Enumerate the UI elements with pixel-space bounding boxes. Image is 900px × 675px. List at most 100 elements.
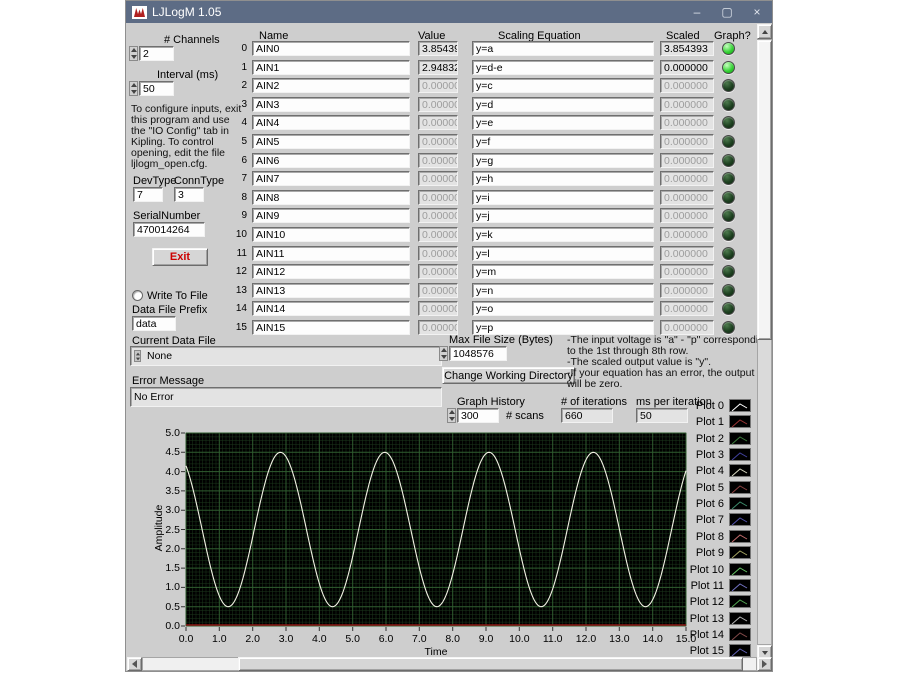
- graph-enable-led[interactable]: [722, 116, 735, 129]
- legend-swatch[interactable]: [729, 432, 751, 445]
- iterations-label: # of iterations: [561, 396, 627, 408]
- graph-enable-led[interactable]: [722, 154, 735, 167]
- scaling-equation-input[interactable]: y=i: [472, 190, 654, 205]
- graph-enable-led[interactable]: [722, 321, 735, 334]
- legend-swatch[interactable]: [729, 399, 751, 412]
- channel-name-input[interactable]: AIN5: [252, 134, 410, 149]
- scaling-equation-input[interactable]: y=j: [472, 208, 654, 223]
- scaling-equation-input[interactable]: y=c: [472, 78, 654, 93]
- channel-name-input[interactable]: AIN11: [252, 246, 410, 261]
- scaling-equation-input[interactable]: y=k: [472, 227, 654, 242]
- channel-value-display: 0.000000: [418, 171, 458, 186]
- conntype-input[interactable]: 3: [174, 187, 204, 202]
- scaling-equation-input[interactable]: y=a: [472, 41, 654, 56]
- channel-name-input[interactable]: AIN14: [252, 301, 410, 316]
- hscroll-thumb[interactable]: [238, 657, 743, 671]
- legend-swatch[interactable]: [729, 628, 751, 641]
- channel-name-input[interactable]: AIN9: [252, 208, 410, 223]
- legend-swatch[interactable]: [729, 595, 751, 608]
- legend-swatch[interactable]: [729, 546, 751, 559]
- scaling-equation-input[interactable]: y=m: [472, 264, 654, 279]
- scaling-equation-input[interactable]: y=o: [472, 301, 654, 316]
- legend-swatch[interactable]: [729, 481, 751, 494]
- graph-enable-led[interactable]: [722, 42, 735, 55]
- devtype-input[interactable]: 7: [133, 187, 163, 202]
- graph-enable-led[interactable]: [722, 265, 735, 278]
- hscroll-right-button[interactable]: [757, 657, 772, 671]
- scaling-equation-input[interactable]: y=p: [472, 320, 654, 335]
- graph-enable-led[interactable]: [722, 302, 735, 315]
- legend-swatch[interactable]: [729, 563, 751, 576]
- legend-item-label: Plot 11: [656, 580, 724, 592]
- interval-input[interactable]: 50: [139, 81, 174, 96]
- serial-input[interactable]: 470014264: [133, 222, 205, 237]
- graph-enable-led[interactable]: [722, 191, 735, 204]
- channel-name-input[interactable]: AIN0: [252, 41, 410, 56]
- graph-enable-led[interactable]: [722, 209, 735, 222]
- legend-swatch[interactable]: [729, 497, 751, 510]
- path-browse-icon[interactable]: [134, 350, 141, 362]
- x-tick-label: 1.0: [205, 633, 233, 645]
- scaling-equation-input[interactable]: y=g: [472, 153, 654, 168]
- legend-swatch[interactable]: [729, 579, 751, 592]
- scaling-equation-input[interactable]: y=d: [472, 97, 654, 112]
- y-tick-label: 5.0: [152, 427, 180, 439]
- channel-name-input[interactable]: AIN8: [252, 190, 410, 205]
- legend-swatch[interactable]: [729, 464, 751, 477]
- graph-history-stepper[interactable]: [447, 408, 456, 423]
- vscroll-up-button[interactable]: [757, 24, 772, 39]
- channel-name-input[interactable]: AIN1: [252, 60, 410, 75]
- legend-swatch[interactable]: [729, 612, 751, 625]
- channels-input[interactable]: 2: [139, 46, 174, 61]
- minimize-icon[interactable]: –: [682, 1, 712, 23]
- prefix-input[interactable]: data: [132, 316, 176, 331]
- max-size-input[interactable]: 1048576: [449, 346, 507, 361]
- channel-name-input[interactable]: AIN3: [252, 97, 410, 112]
- graph-enable-led[interactable]: [722, 98, 735, 111]
- graph-enable-led[interactable]: [722, 79, 735, 92]
- channel-value-display: 0.000000: [418, 190, 458, 205]
- conntype-label: ConnType: [174, 175, 224, 187]
- channel-name-input[interactable]: AIN6: [252, 153, 410, 168]
- legend-swatch[interactable]: [729, 644, 751, 657]
- scaling-equation-input[interactable]: y=l: [472, 246, 654, 261]
- graph-enable-led[interactable]: [722, 135, 735, 148]
- max-size-stepper[interactable]: [439, 346, 448, 361]
- maximize-icon[interactable]: ▢: [712, 1, 742, 23]
- channel-name-input[interactable]: AIN2: [252, 78, 410, 93]
- scaling-equation-input[interactable]: y=n: [472, 283, 654, 298]
- write-to-file-label: Write To File: [147, 290, 208, 302]
- channel-name-input[interactable]: AIN7: [252, 171, 410, 186]
- close-icon[interactable]: ×: [742, 1, 772, 23]
- legend-swatch[interactable]: [729, 513, 751, 526]
- graph-history-input[interactable]: 300: [457, 408, 499, 423]
- error-label: Error Message: [132, 375, 204, 387]
- channel-name-input[interactable]: AIN15: [252, 320, 410, 335]
- legend-swatch[interactable]: [729, 415, 751, 428]
- scaling-equation-input[interactable]: y=e: [472, 115, 654, 130]
- legend-swatch[interactable]: [729, 530, 751, 543]
- x-tick-label: 0.0: [172, 633, 200, 645]
- graph-enable-led[interactable]: [722, 172, 735, 185]
- scaling-equation-input[interactable]: y=f: [472, 134, 654, 149]
- interval-stepper[interactable]: [129, 81, 138, 96]
- channels-stepper[interactable]: [129, 46, 138, 61]
- exit-button[interactable]: Exit: [152, 248, 208, 266]
- channel-name-input[interactable]: AIN12: [252, 264, 410, 279]
- change-directory-button[interactable]: Change Working Directory: [442, 367, 575, 384]
- graph-enable-led[interactable]: [722, 247, 735, 260]
- hscroll-left-button[interactable]: [127, 657, 142, 671]
- scaling-equation-input[interactable]: y=h: [472, 171, 654, 186]
- graph-enable-led[interactable]: [722, 228, 735, 241]
- legend-item-label: Plot 12: [656, 596, 724, 608]
- help-line: will be zero.: [567, 379, 772, 390]
- graph-enable-led[interactable]: [722, 284, 735, 297]
- channel-name-input[interactable]: AIN10: [252, 227, 410, 242]
- legend-swatch[interactable]: [729, 448, 751, 461]
- channel-name-input[interactable]: AIN13: [252, 283, 410, 298]
- channel-name-input[interactable]: AIN4: [252, 115, 410, 130]
- vscroll-thumb[interactable]: [757, 40, 772, 340]
- scaling-equation-input[interactable]: y=d-e: [472, 60, 654, 75]
- graph-enable-led[interactable]: [722, 61, 735, 74]
- write-to-file-radio[interactable]: [132, 290, 143, 301]
